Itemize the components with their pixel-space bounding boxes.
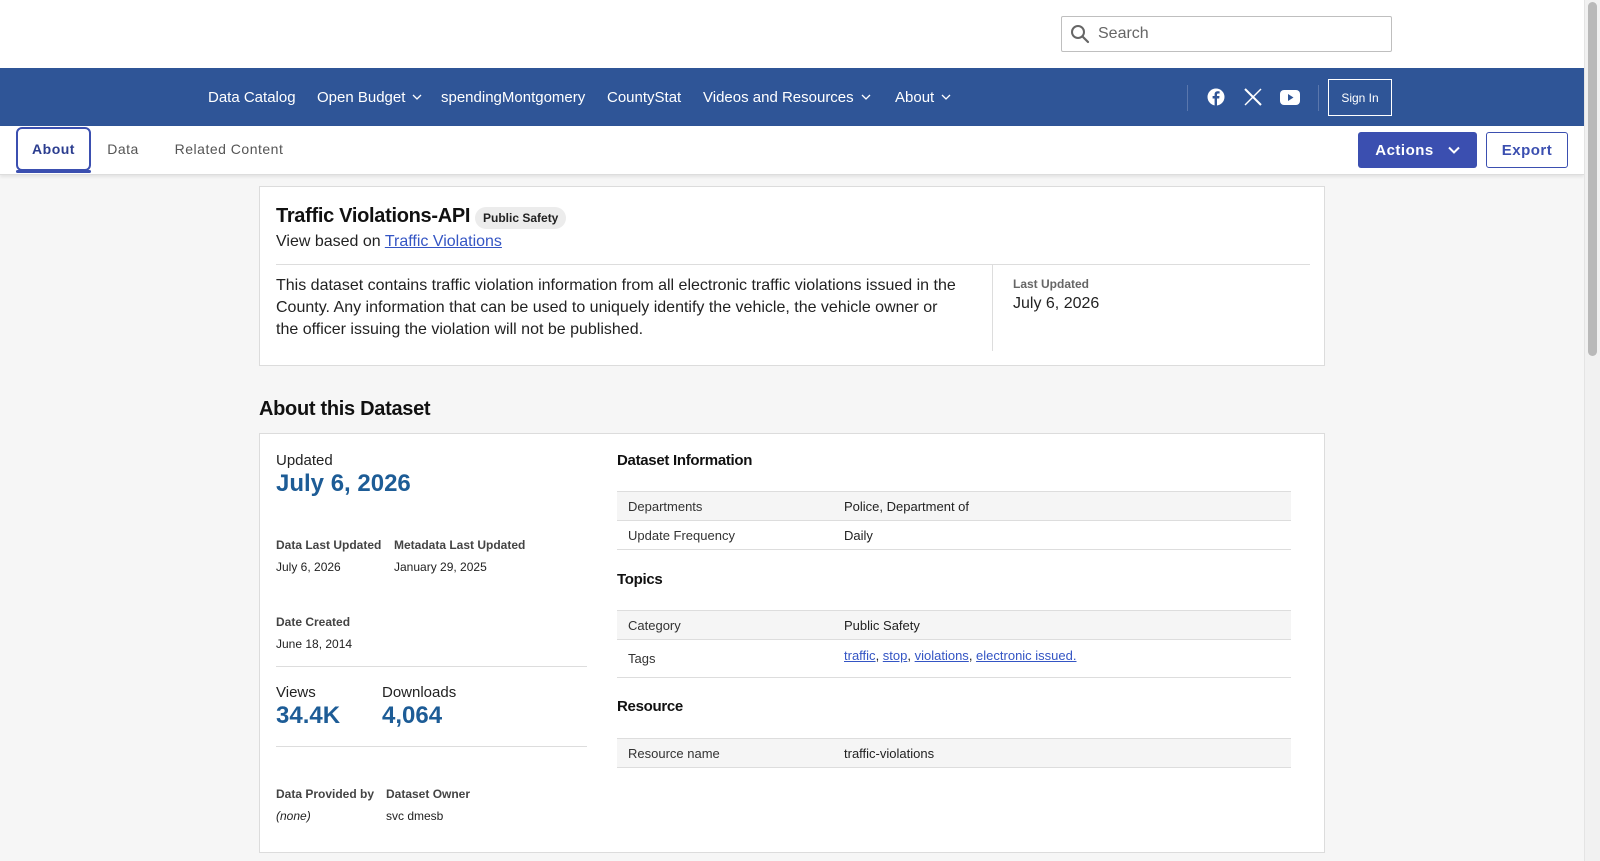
data-last-updated-label: Data Last Updated	[276, 538, 382, 552]
metadata-last-updated-label: Metadata Last Updated	[394, 538, 526, 552]
nav-data-catalog[interactable]: Data Catalog	[208, 68, 296, 126]
divider	[992, 265, 993, 351]
view-based-on: View based on Traffic Violations	[276, 233, 502, 251]
last-updated-value: July 6, 2026	[1013, 295, 1100, 312]
x-twitter-icon[interactable]	[1241, 85, 1265, 109]
nav-label: About	[895, 88, 935, 106]
dataset-summary-card: Traffic Violations-API Public Safety Vie…	[259, 186, 1325, 366]
nav-label: Open Budget	[317, 88, 406, 106]
table-row: Departments Police, Department of	[617, 492, 1291, 521]
topics-heading: Topics	[617, 571, 663, 588]
tab-about[interactable]: About	[16, 127, 91, 171]
dataset-owner-label: Dataset Owner	[386, 787, 471, 801]
tags-list: traffic, stop, violations, electronic is…	[844, 647, 1077, 663]
facebook-icon[interactable]	[1204, 85, 1228, 109]
topics-table: Category Public Safety Tags traffic, sto…	[617, 610, 1291, 678]
tag-link[interactable]: stop	[883, 648, 908, 663]
category-value: Public Safety	[844, 617, 920, 633]
tab-bar: About Data Related Content	[0, 126, 1584, 175]
chevron-down-icon	[941, 94, 951, 100]
downloads-label: Downloads	[382, 684, 457, 701]
dataset-description: This dataset contains traffic violation …	[276, 277, 956, 338]
about-dataset-card: Updated July 6, 2026 Data Last Updated J…	[259, 433, 1325, 853]
top-header	[0, 0, 1584, 68]
divider	[276, 264, 1310, 265]
based-on-prefix: View based on	[276, 233, 381, 250]
table-row: Resource name traffic-violations	[617, 739, 1291, 768]
nav-label: spendingMontgomery	[441, 88, 586, 106]
table-row: Category Public Safety	[617, 611, 1291, 640]
data-provided-by-value: (none)	[276, 809, 311, 823]
divider	[276, 746, 587, 747]
tab-data[interactable]: Data	[98, 127, 148, 171]
youtube-icon[interactable]	[1278, 85, 1302, 109]
export-button[interactable]: Export	[1486, 132, 1568, 168]
downloads-value: 4,064	[382, 702, 443, 729]
divider	[276, 666, 587, 667]
views-label: Views	[276, 684, 316, 701]
scrollbar-thumb[interactable]	[1588, 2, 1597, 356]
nav-videos-resources[interactable]: Videos and Resources	[703, 68, 871, 126]
dataset-owner-value: svc dmesb	[386, 809, 444, 823]
updated-value: July 6, 2026	[276, 470, 411, 497]
tags-label: Tags	[628, 651, 656, 666]
resource-name-value: traffic-violations	[844, 745, 935, 761]
nav-spending-montgomery[interactable]: spendingMontgomery	[441, 68, 585, 126]
search-input[interactable]	[1098, 25, 1378, 43]
update-frequency-label: Update Frequency	[628, 527, 735, 543]
search-box[interactable]	[1061, 16, 1392, 52]
actions-button[interactable]: Actions	[1358, 132, 1477, 168]
chevron-down-icon	[1448, 146, 1460, 154]
tag-link[interactable]: electronic issued.	[976, 648, 1076, 663]
category-badge: Public Safety	[475, 207, 567, 229]
resource-heading: Resource	[617, 698, 683, 715]
actions-label: Actions	[1375, 141, 1434, 159]
chevron-down-icon	[861, 94, 871, 100]
nav-open-budget[interactable]: Open Budget	[317, 68, 422, 126]
nav-about[interactable]: About	[895, 68, 951, 126]
table-row: Tags traffic, stop, violations, electron…	[617, 640, 1291, 678]
table-row: Update Frequency Daily	[617, 521, 1291, 550]
category-label: Category	[628, 617, 681, 633]
departments-value: Police, Department of	[844, 498, 970, 514]
tag-link[interactable]: violations	[915, 648, 969, 663]
views-value: 34.4K	[276, 702, 341, 729]
last-updated-label: Last Updated	[1013, 277, 1090, 291]
about-dataset-heading: About this Dataset	[259, 398, 431, 420]
data-last-updated-value: July 6, 2026	[276, 560, 341, 574]
resource-name-label: Resource name	[628, 745, 720, 761]
nav-label: CountyStat	[607, 88, 682, 106]
parent-dataset-link[interactable]: Traffic Violations	[385, 233, 502, 250]
nav-label: Data Catalog	[208, 88, 296, 106]
tab-related-content[interactable]: Related Content	[164, 127, 294, 171]
active-tab-indicator	[16, 170, 91, 173]
nav-countystat[interactable]: CountyStat	[607, 68, 681, 126]
dataset-information-table: Departments Police, Department of Update…	[617, 491, 1291, 550]
nav-label: Videos and Resources	[703, 88, 854, 106]
nav-divider	[1318, 85, 1319, 111]
dataset-title: Traffic Violations-API	[276, 205, 471, 227]
tag-link[interactable]: traffic	[844, 648, 876, 663]
nav-divider	[1187, 85, 1188, 111]
date-created-label: Date Created	[276, 615, 351, 629]
metadata-last-updated-value: January 29, 2025	[394, 560, 487, 574]
sign-in-button[interactable]: Sign In	[1328, 79, 1392, 116]
update-frequency-value: Daily	[844, 527, 873, 543]
date-created-value: June 18, 2014	[276, 637, 353, 651]
dataset-information-heading: Dataset Information	[617, 452, 753, 469]
data-provided-by-label: Data Provided by	[276, 787, 375, 801]
search-icon	[1071, 25, 1090, 44]
chevron-down-icon	[412, 94, 422, 100]
resource-table: Resource name traffic-violations	[617, 738, 1291, 768]
updated-label: Updated	[276, 452, 333, 469]
departments-label: Departments	[628, 498, 703, 514]
